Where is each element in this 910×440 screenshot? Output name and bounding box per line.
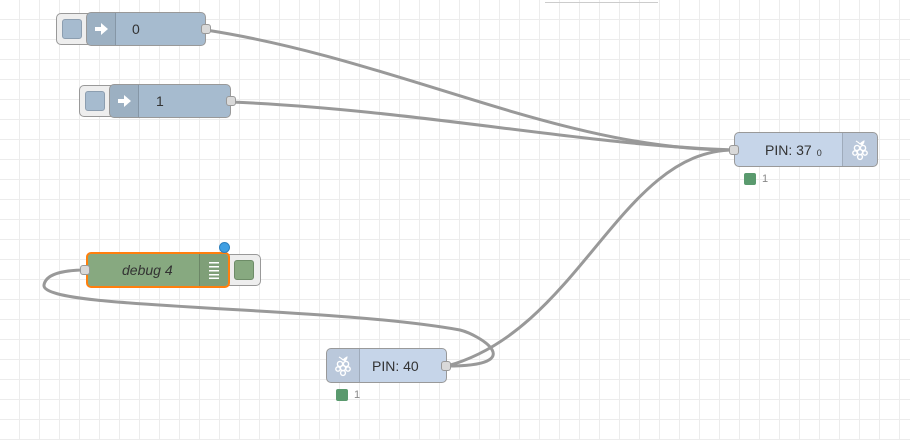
debug-4-toggle-icon[interactable] [234,260,254,280]
wire-inject-1-to-pin-37[interactable] [230,100,735,152]
status-dot-icon [744,173,756,185]
debug-4-label: debug 4 [122,262,173,278]
inject-0-output-port[interactable] [201,24,211,34]
inject-0-icon-box [87,13,116,45]
inject-node-0[interactable]: 0 [86,12,206,46]
inject-1-trigger-icon[interactable] [85,91,105,111]
gpio-out-pin-37-sublabel: 0 [816,147,822,158]
inject-1-icon-box [110,85,139,117]
gpio-out-pin-37-icon-box [842,133,877,166]
debug-node-4[interactable]: debug 4 [86,252,230,288]
wires-layer [42,28,735,368]
gpio-out-pin-37-status: 1 [744,173,768,185]
inject-1-label: 1 [156,93,164,109]
debug-4-input-port[interactable] [80,265,90,275]
arrow-right-icon [95,23,108,35]
arrow-right-icon [118,95,131,107]
gpio-in-pin-40-status: 1 [336,389,360,401]
gpio-out-node-pin-37[interactable]: PIN: 37 0 [734,132,878,167]
gpio-out-pin-37-label: PIN: 37 [765,141,812,158]
status-dot-icon [336,389,348,401]
inject-0-label: 0 [132,21,140,37]
gpio-in-pin-40-icon-box [327,349,360,382]
inject-1-output-port[interactable] [226,96,236,106]
gpio-in-pin-40-output-port[interactable] [441,361,451,371]
flow-canvas[interactable]: 0 1 PIN: 37 0 1 debug 4 PIN: 40 1 [0,0,910,440]
gpio-out-pin-37-label-group: PIN: 37 0 [765,133,822,166]
wire-pin-40-to-pin-37[interactable] [446,148,735,368]
gpio-out-pin-37-status-text: 1 [762,173,769,185]
raspberry-pi-icon [335,355,351,376]
gpio-in-pin-40-label: PIN: 40 [372,357,419,374]
inject-0-trigger-icon[interactable] [62,19,82,39]
list-icon [209,262,219,279]
debug-4-icon-box [199,254,228,286]
gpio-in-node-pin-40[interactable]: PIN: 40 [326,348,447,383]
wire-inject-0-to-pin-37[interactable] [205,28,735,152]
changed-badge-icon [219,242,230,253]
inject-node-1[interactable]: 1 [109,84,231,118]
gpio-in-pin-40-status-text: 1 [354,389,361,401]
gpio-out-pin-37-input-port[interactable] [729,145,739,155]
raspberry-pi-icon [852,139,868,160]
